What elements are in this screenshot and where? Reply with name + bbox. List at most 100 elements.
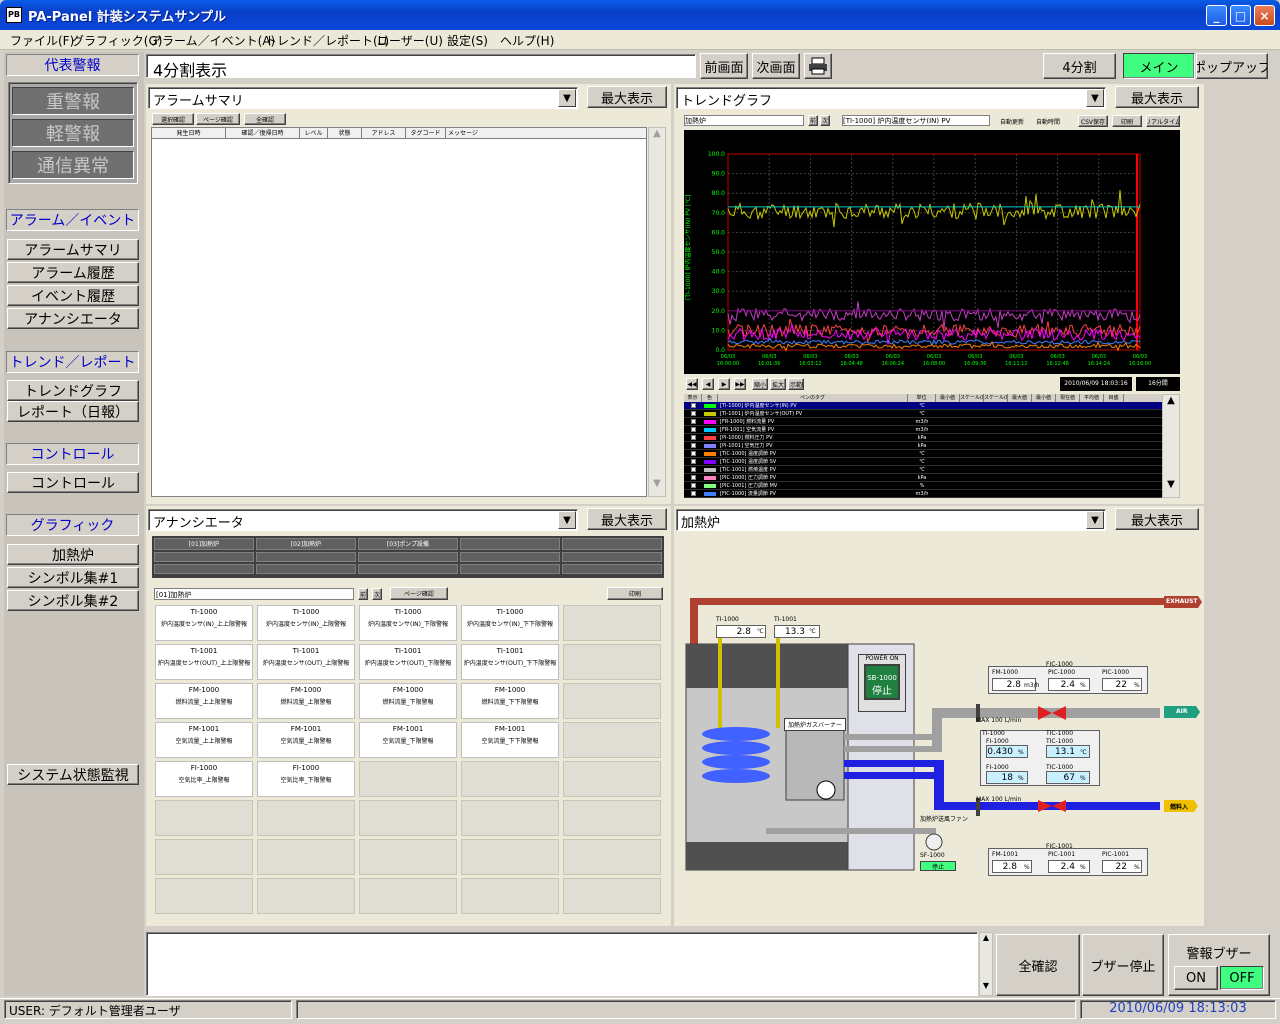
pen-visible-checkbox[interactable] bbox=[684, 434, 702, 441]
alarm-summary-combo[interactable]: アラームサマリ ▼ bbox=[148, 87, 578, 109]
ann-group-prev[interactable]: 前 bbox=[358, 588, 368, 600]
annunciator-cell[interactable]: TI-1001 炉内温度センサ(OUT)_下限警報 bbox=[359, 644, 457, 680]
pen-table-row[interactable]: [FR-1000] 燃料流量 PV m3/h bbox=[684, 418, 1162, 426]
pen-visible-checkbox[interactable] bbox=[684, 466, 702, 473]
heater-maximize[interactable]: 最大表示 bbox=[1115, 508, 1199, 530]
pen-table-row[interactable]: [PIC-1001] 圧力調節 MV% bbox=[684, 482, 1162, 490]
annunciator-cell[interactable]: FM-1001 空気流量_下限警報 bbox=[359, 722, 457, 758]
nav-control[interactable]: コントロール bbox=[7, 472, 139, 493]
annunciator-cell[interactable]: TI-1001 炉内温度センサ(OUT)_上上限警報 bbox=[155, 644, 253, 680]
pen-visible-checkbox[interactable] bbox=[684, 418, 702, 425]
annunciator-cell[interactable]: FI-1000 空気比率_下限警報 bbox=[257, 761, 355, 797]
scroll-up-icon[interactable]: ▲ bbox=[1163, 395, 1179, 413]
pen-visible-checkbox[interactable] bbox=[684, 482, 702, 489]
last-icon[interactable]: ▶▶ bbox=[734, 378, 746, 390]
nav-alarm-summary[interactable]: アラームサマリ bbox=[7, 239, 139, 260]
pen-visible-checkbox[interactable] bbox=[684, 442, 702, 449]
page-confirm-button[interactable]: ページ確認 bbox=[196, 113, 240, 125]
annunciator-cell[interactable]: TI-1000 炉内温度センサ(IN)_上上限警報 bbox=[155, 605, 253, 641]
buzzer-on-button[interactable]: ON bbox=[1174, 966, 1218, 990]
annunciator-cell[interactable]: FM-1001 空気流量_上上限警報 bbox=[155, 722, 253, 758]
nav-alarm-history[interactable]: アラーム履歴 bbox=[7, 262, 139, 283]
annunciator-maximize[interactable]: 最大表示 bbox=[587, 508, 667, 530]
annunciator-cell[interactable]: TI-1000 炉内温度センサ(IN)_上限警報 bbox=[257, 605, 355, 641]
zoom-out-button[interactable]: 縮小 bbox=[752, 378, 768, 390]
realtime-button[interactable]: リアルタイム bbox=[1146, 115, 1180, 127]
scroll-down-icon[interactable]: ▼ bbox=[980, 981, 992, 995]
menu-file[interactable]: ファイル(F) bbox=[10, 32, 74, 49]
pen-table-row[interactable]: [FIC-1000] 流量調節 PV m3/h bbox=[684, 490, 1162, 498]
close-button[interactable]: × bbox=[1254, 5, 1275, 26]
annunciator-cell[interactable]: TI-1000 炉内温度センサ(IN)_下限警報 bbox=[359, 605, 457, 641]
maximize-button[interactable]: □ bbox=[1230, 5, 1251, 26]
col-confirm[interactable]: 確認／復帰日時 bbox=[226, 128, 300, 138]
annunciator-cell[interactable]: FM-1000 燃料流量_下限警報 bbox=[359, 683, 457, 719]
annunciator-cell[interactable]: FM-1001 空気流量_上限警報 bbox=[257, 722, 355, 758]
split-4-button[interactable]: 4分割 bbox=[1043, 53, 1116, 79]
pen-visible-checkbox[interactable] bbox=[684, 474, 702, 481]
menu-graphic[interactable]: グラフィック(G) bbox=[72, 32, 162, 49]
buzzer-stop-button[interactable]: ブザー停止 bbox=[1082, 934, 1164, 996]
trend-group-prev[interactable]: 前 bbox=[808, 115, 818, 126]
pen-table-row[interactable]: [PI-1001] 空気圧力 PV kPa bbox=[684, 442, 1162, 450]
all-confirm-button[interactable]: 全確認 bbox=[244, 113, 286, 125]
trend-chart[interactable]: 100.0 90.0 80.0 70.0 60.0 50.0 40.0 30.0 20.0 10.… bbox=[684, 130, 1180, 374]
annunciator-tab[interactable] bbox=[460, 538, 560, 550]
col-tag[interactable]: タグコード bbox=[406, 128, 446, 138]
prev-screen-button[interactable]: 前画面 bbox=[700, 53, 748, 79]
menu-help[interactable]: ヘルプ(H) bbox=[500, 32, 554, 49]
pen-visible-checkbox[interactable] bbox=[684, 450, 702, 457]
nav-system-monitor[interactable]: システム状態監視 bbox=[7, 764, 139, 785]
trend-combo[interactable]: トレンドグラフ ▼ bbox=[676, 87, 1106, 109]
scroll-up-icon[interactable]: ▲ bbox=[649, 128, 665, 146]
trend-print-button[interactable]: 印刷 bbox=[1112, 115, 1142, 127]
col-message[interactable]: メッセージ bbox=[446, 128, 486, 138]
annunciator-tab[interactable]: [01]加熱炉 bbox=[154, 538, 254, 550]
ack-all-button[interactable]: 全確認 bbox=[996, 934, 1080, 996]
heater-combo[interactable]: 加熱炉 ▼ bbox=[676, 509, 1106, 531]
auto-time-check[interactable]: 自動時間 bbox=[1036, 117, 1060, 126]
main-button[interactable]: メイン bbox=[1123, 53, 1195, 79]
annunciator-tab[interactable] bbox=[562, 538, 662, 550]
nav-heater[interactable]: 加熱炉 bbox=[7, 544, 139, 565]
print-button[interactable] bbox=[804, 53, 832, 79]
annunciator-cell[interactable]: FM-1000 燃料流量_上上限警報 bbox=[155, 683, 253, 719]
message-area[interactable] bbox=[146, 932, 978, 996]
annunciator-cell[interactable]: TI-1001 炉内温度センサ(OUT)_下下限警報 bbox=[461, 644, 559, 680]
pen-table-row[interactable]: [TIC-1000] 温度調節 SV ℃ bbox=[684, 458, 1162, 466]
ann-group-next[interactable]: 次 bbox=[372, 588, 382, 600]
pen-table-row[interactable]: [TI-1001] 炉内温度センサ(OUT) PV ℃ bbox=[684, 410, 1162, 418]
pen-table-row[interactable]: [PIC-1000] 圧力調節 PV kPa bbox=[684, 474, 1162, 482]
pen-visible-checkbox[interactable] bbox=[684, 490, 702, 497]
prev-icon[interactable]: ◀ bbox=[702, 378, 714, 390]
pen-table-scrollbar[interactable]: ▲ ▼ bbox=[1162, 394, 1180, 498]
nav-symbol-1[interactable]: シンボル集#1 bbox=[7, 567, 139, 588]
annunciator-tab[interactable]: [03]ポンプ設備 bbox=[358, 538, 458, 550]
pen-table-row[interactable]: [TIC-1001] 燃焼温度 PV ℃ bbox=[684, 466, 1162, 474]
first-icon[interactable]: ◀◀ bbox=[686, 378, 698, 390]
csv-save-button[interactable]: CSV保存 bbox=[1078, 115, 1108, 127]
annunciator-combo[interactable]: アナンシエータ ▼ bbox=[148, 509, 578, 531]
col-address[interactable]: アドレス bbox=[362, 128, 406, 138]
alarm-summary-scrollbar[interactable]: ▲ ▼ bbox=[648, 127, 666, 497]
menu-alarm-event[interactable]: アラーム／イベント(A) bbox=[150, 32, 275, 49]
pen-table-row[interactable]: [PI-1000] 燃料圧力 PV kPa bbox=[684, 434, 1162, 442]
menu-settings[interactable]: 設定(S) bbox=[447, 32, 488, 49]
col-occur[interactable]: 発生日時 bbox=[152, 128, 226, 138]
trend-tag-select[interactable]: [TI-1000] 炉内温度センサ(IN) PV bbox=[842, 115, 990, 126]
select-confirm-button[interactable]: 選択確認 bbox=[152, 113, 194, 125]
pen-visible-checkbox[interactable] bbox=[684, 410, 702, 417]
menu-user[interactable]: ユーザー(U) bbox=[377, 32, 443, 49]
scroll-down-icon[interactable]: ▼ bbox=[1163, 479, 1179, 497]
next-icon[interactable]: ▶ bbox=[718, 378, 730, 390]
annunciator-cell[interactable]: FM-1000 燃料流量_下下限警報 bbox=[461, 683, 559, 719]
annunciator-cell[interactable]: FM-1001 空気流量_下下限警報 bbox=[461, 722, 559, 758]
nav-trend-graph[interactable]: トレンドグラフ bbox=[7, 380, 139, 401]
annunciator-cell[interactable]: FI-1000 空気比率_上限警報 bbox=[155, 761, 253, 797]
annunciator-cell[interactable]: TI-1000 炉内温度センサ(IN)_下下限警報 bbox=[461, 605, 559, 641]
range-button[interactable]: 表示範囲 bbox=[788, 378, 804, 390]
col-level[interactable]: レベル bbox=[300, 128, 328, 138]
trend-maximize[interactable]: 最大表示 bbox=[1115, 86, 1199, 108]
annunciator-cell[interactable]: TI-1001 炉内温度センサ(OUT)_上限警報 bbox=[257, 644, 355, 680]
nav-symbol-2[interactable]: シンボル集#2 bbox=[7, 590, 139, 611]
